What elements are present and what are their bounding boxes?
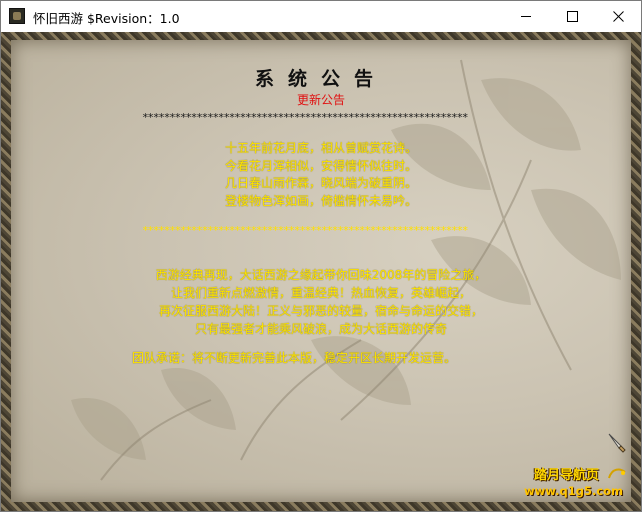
paragraph-line: 西游经典再现，大话西游之缘起带你回味2008年的冒险之旅，: [155, 268, 487, 282]
badge-name: 踏月导航页: [534, 468, 600, 483]
brush-icon[interactable]: [607, 432, 627, 456]
team-pledge: 团队承诺：将不断更新完善此本版，稳定开区长期开发运营。: [132, 351, 457, 365]
poem-line: 今看花月浑相似，安得情怀似往时。: [224, 158, 417, 173]
nav-badge-link[interactable]: 踏月导航页 www.q1g5.com: [524, 462, 628, 500]
paragraph-line: 再次征服西游大陆！正义与邪恶的较量，宿命与命运的交错，: [158, 304, 483, 318]
intro-paragraph: 西游经典再现，大话西游之缘起带你回味2008年的冒险之旅， 让我们重新点燃激情，…: [11, 266, 631, 338]
paragraph-line: 让我们重新点燃激情，重温经典！热血恢复，英雄崛起，: [170, 286, 471, 300]
notice-heading: 系统公告: [254, 68, 387, 90]
notice-panel: 系统公告 更新公告 ******************************…: [11, 40, 631, 502]
separator-top: ****************************************…: [142, 111, 469, 124]
paragraph-line: 只有最强者才能乘风破浪，成为大话西游的传奇: [194, 322, 447, 336]
notice-subheading: 更新公告: [296, 93, 345, 107]
poem-line: 几日春山雨作霖，晓风端为破重阴。: [224, 176, 417, 190]
window-title: 怀旧西游 $Revision：1.0: [33, 11, 180, 26]
client-area: 系统公告 更新公告 ******************************…: [1, 32, 641, 511]
minimize-button[interactable]: [503, 1, 549, 32]
application-window: 怀旧西游 $Revision：1.0 系统公告 更新公告 ***********…: [0, 0, 642, 512]
poem-line: 十五年前花月底，相从曾赋赏花诗。: [224, 141, 417, 155]
maximize-button[interactable]: [549, 1, 595, 32]
separator-mid: ****************************************…: [142, 224, 469, 237]
poem-block: 十五年前花月底，相从曾赋赏花诗。 今看花月浑相似，安得情怀似往时。 几日春山雨作…: [11, 140, 631, 210]
close-icon: [612, 11, 624, 22]
app-icon[interactable]: [9, 8, 25, 24]
poem-line: 登楼物色浑如画，倚槛情怀未易吟。: [224, 193, 417, 208]
title-bar[interactable]: 怀旧西游 $Revision：1.0: [1, 1, 641, 32]
badge-url: www.q1g5.com: [524, 484, 624, 498]
ornament-icon: [608, 468, 626, 479]
close-button[interactable]: [595, 1, 641, 32]
